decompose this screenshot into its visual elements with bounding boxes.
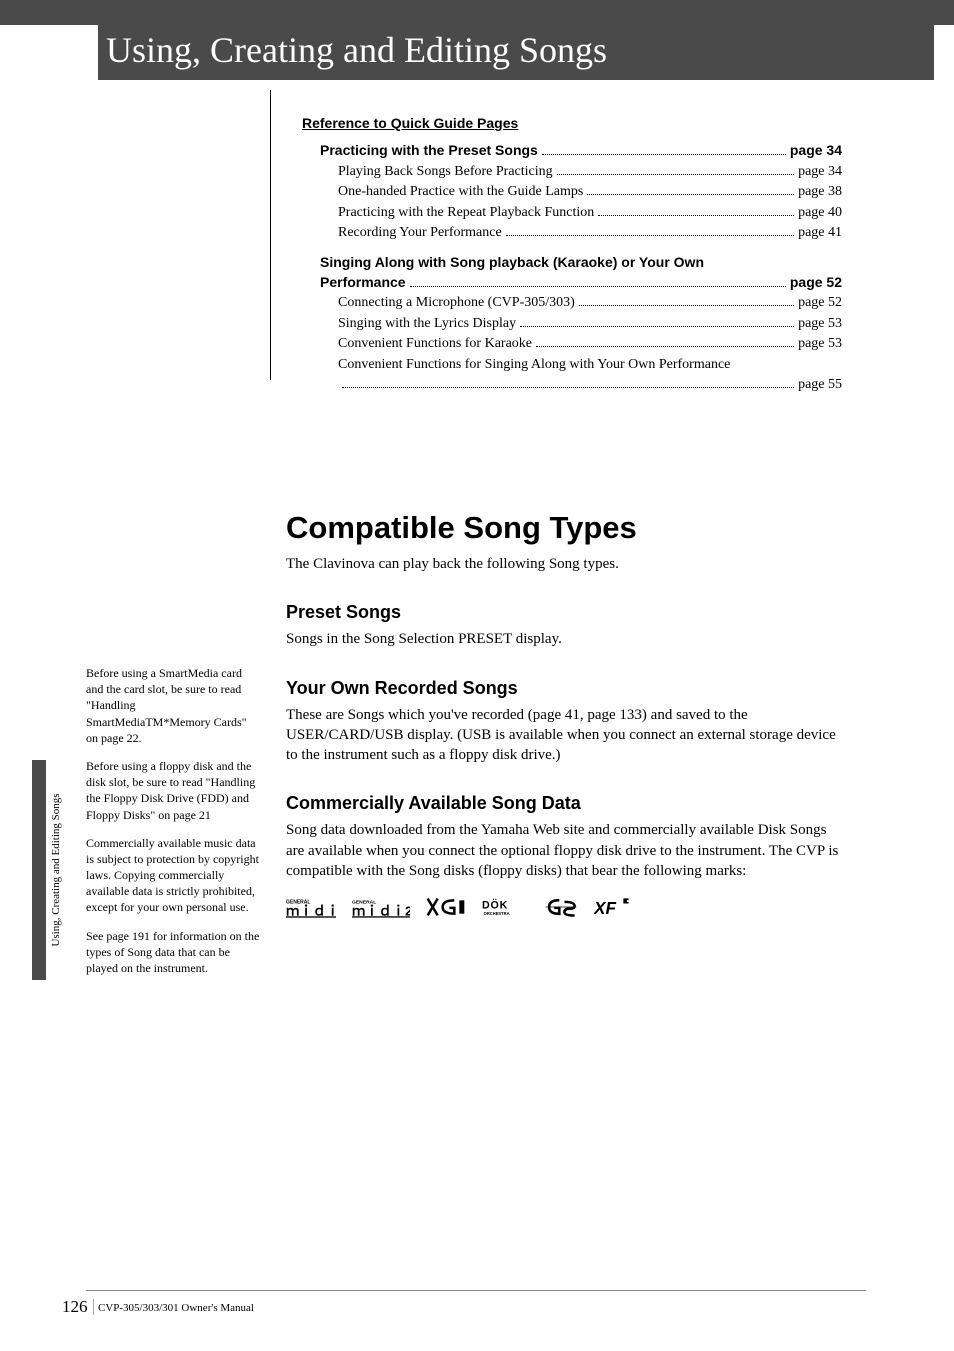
ref-item: One-handed Practice with the Guide Lamps…	[302, 182, 842, 202]
ref-label: Performance	[320, 273, 406, 293]
ref-label: Singing with the Lyrics Display	[338, 314, 516, 334]
ref-page: page 55	[798, 375, 842, 395]
ref-item-wrap: Convenient Functions for Singing Along w…	[302, 355, 842, 375]
side-note: Before using a floppy disk and the disk …	[86, 758, 261, 823]
main-column: Compatible Song Types The Clavinova can …	[286, 510, 846, 924]
ref-item: Recording Your Performance page 41	[302, 223, 842, 243]
section-h2: Your Own Recorded Songs	[286, 678, 846, 699]
leader-dots	[520, 326, 794, 327]
xf-logo-icon: XF	[594, 895, 632, 924]
leader-dots	[557, 174, 794, 175]
ref-page: page 52	[790, 273, 842, 293]
leader-dots	[506, 235, 794, 236]
ref-page: page 53	[798, 314, 842, 334]
leader-dots	[410, 286, 786, 287]
reference-box: Reference to Quick Guide Pages Practicin…	[302, 115, 842, 395]
leader-dots	[598, 215, 794, 216]
ref-page: page 41	[798, 223, 842, 243]
svg-text:ｍｉｄｉ: ｍｉｄｉ	[286, 903, 336, 918]
ref-item: Playing Back Songs Before Practicing pag…	[302, 162, 842, 182]
ref-page: page 52	[798, 293, 842, 313]
svg-text:ｍｉｄｉ2: ｍｉｄｉ2	[352, 903, 410, 918]
ref-page: page 53	[798, 334, 842, 354]
body-text: Songs in the Song Selection PRESET displ…	[286, 629, 846, 649]
ref-item: page 55	[302, 375, 842, 395]
side-column: Before using a SmartMedia card and the c…	[86, 665, 261, 988]
svg-text:XF: XF	[594, 898, 617, 918]
margin-tab-text: Using, Creating and Editing Songs	[50, 760, 62, 980]
ref-label: Playing Back Songs Before Practicing	[338, 162, 553, 182]
side-note: Before using a SmartMedia card and the c…	[86, 665, 261, 746]
ref-label: Practicing with the Preset Songs	[320, 141, 538, 161]
ref-heading: Performance page 52	[302, 273, 842, 293]
footer-line	[93, 1299, 94, 1315]
ref-label: Practicing with the Repeat Playback Func…	[338, 203, 594, 223]
body-text: Song data downloaded from the Yamaha Web…	[286, 820, 846, 881]
footer-divider	[86, 1290, 866, 1291]
section-h1: Compatible Song Types	[286, 510, 846, 546]
leader-dots	[536, 346, 794, 347]
reference-title: Reference to Quick Guide Pages	[302, 115, 842, 131]
vertical-divider	[270, 90, 271, 380]
ref-page: page 38	[798, 182, 842, 202]
ref-label: One-handed Practice with the Guide Lamps	[338, 182, 583, 202]
xg-logo-icon	[426, 895, 466, 924]
leader-dots	[342, 387, 794, 388]
leader-dots	[587, 194, 794, 195]
ref-label: Connecting a Microphone (CVP-305/303)	[338, 293, 575, 313]
ref-page: page 34	[790, 141, 842, 161]
svg-text:ORCHESTRA: ORCHESTRA	[484, 911, 510, 916]
ref-item: Connecting a Microphone (CVP-305/303) pa…	[302, 293, 842, 313]
intro-text: The Clavinova can play back the followin…	[286, 554, 846, 574]
section-h2: Preset Songs	[286, 602, 846, 623]
section-h2: Commercially Available Song Data	[286, 793, 846, 814]
side-note: See page 191 for information on the type…	[86, 928, 261, 977]
side-note: Commercially available music data is sub…	[86, 835, 261, 916]
body-text: These are Songs which you've recorded (p…	[286, 705, 846, 766]
ref-heading: Practicing with the Preset Songs page 34	[302, 141, 842, 161]
gm2-logo-icon: GENERALｍｉｄｉ2	[352, 895, 410, 924]
margin-tab	[32, 760, 46, 980]
leader-dots	[542, 154, 786, 155]
ref-item: Convenient Functions for Karaoke page 53	[302, 334, 842, 354]
format-logos-row: GENERALｍｉｄｉ GENERALｍｉｄｉ2 DÖKORCHESTRA XF	[286, 895, 846, 924]
ref-item: Practicing with the Repeat Playback Func…	[302, 203, 842, 223]
ref-page: page 34	[798, 162, 842, 182]
title-left-block	[98, 25, 106, 80]
footer-text: CVP-305/303/301 Owner's Manual	[98, 1302, 254, 1314]
ref-page: page 40	[798, 203, 842, 223]
gm-logo-icon: GENERALｍｉｄｉ	[286, 895, 336, 924]
leader-dots	[579, 305, 794, 306]
disk-orchestra-logo-icon: DÖKORCHESTRA	[482, 895, 528, 924]
page-number: 126	[62, 1297, 88, 1317]
page-title: Using, Creating and Editing Songs	[106, 30, 607, 70]
ref-label: Recording Your Performance	[338, 223, 502, 243]
ref-heading-wrap: Singing Along with Song playback (Karaok…	[302, 253, 842, 273]
page-title-band: Using, Creating and Editing Songs	[98, 20, 934, 80]
ref-item: Singing with the Lyrics Display page 53	[302, 314, 842, 334]
svg-text:DÖK: DÖK	[482, 899, 508, 912]
gs-logo-icon	[544, 895, 578, 924]
ref-label: Convenient Functions for Karaoke	[338, 334, 532, 354]
